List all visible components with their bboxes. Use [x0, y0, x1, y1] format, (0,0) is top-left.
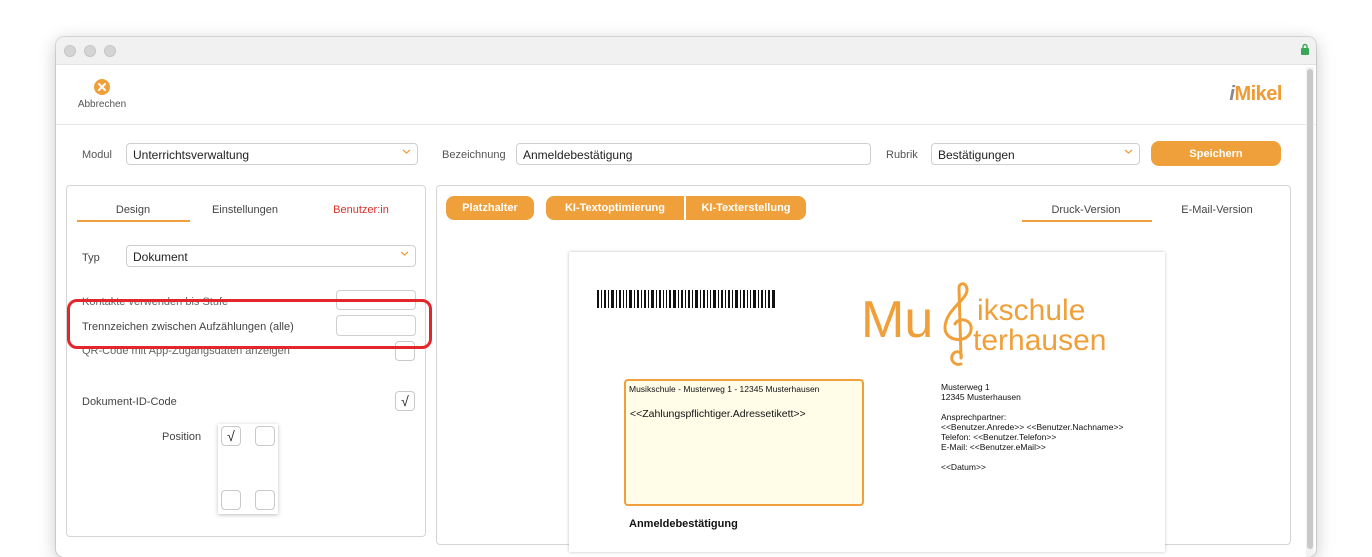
- minimize-window-button[interactable]: [84, 45, 96, 57]
- cancel-icon: [94, 79, 110, 95]
- chevron-down-icon: [402, 149, 411, 154]
- tab-email-version[interactable]: E-Mail-Version: [1153, 204, 1281, 216]
- scrollbar-thumb[interactable]: [1307, 69, 1313, 549]
- modul-select[interactable]: Unterrichtsverwaltung: [126, 143, 418, 165]
- tab-druck-version[interactable]: Druck-Version: [1022, 204, 1150, 216]
- position-label: Position: [162, 431, 202, 443]
- highlight-annotation: [67, 299, 432, 349]
- rubrik-label: Rubrik: [886, 149, 918, 161]
- address-placeholder: <<Zahlungspflichtiger.Adressetikett>>: [630, 408, 806, 420]
- active-tab-indicator: [77, 220, 190, 222]
- docid-label: Dokument-ID-Code: [82, 396, 177, 408]
- typ-select[interactable]: Dokument: [126, 245, 416, 267]
- position-top-left[interactable]: √: [221, 426, 241, 446]
- address-field: Musikschule - Musterweg 1 - 12345 Muster…: [624, 379, 864, 506]
- tab-benutzerin[interactable]: Benutzer:in: [303, 204, 419, 216]
- document-heading: Anmeldebestätigung: [629, 518, 738, 530]
- app-window: Abbrechen iMikel Modul Unterrichtsverwal…: [56, 37, 1316, 557]
- position-bottom-left[interactable]: [221, 490, 241, 510]
- ki-texterstellung-button[interactable]: KI-Texterstellung: [686, 196, 806, 220]
- sender-line: Musikschule - Musterweg 1 - 12345 Muster…: [629, 384, 820, 394]
- chevron-down-icon: [1124, 149, 1133, 154]
- position-top-right[interactable]: [255, 426, 275, 446]
- bezeichnung-input[interactable]: Anmeldebestätigung: [516, 143, 871, 165]
- imikel-logo: iMikel: [1229, 83, 1282, 105]
- document-preview: Mu ikschule terhausen Musikschule - Must…: [569, 252, 1165, 552]
- platzhalter-button[interactable]: Platzhalter: [446, 196, 534, 220]
- tab-einstellungen[interactable]: Einstellungen: [189, 204, 301, 216]
- cancel-button[interactable]: Abbrechen: [74, 79, 130, 110]
- preview-panel: Platzhalter KI-Textoptimierung KI-Texter…: [436, 185, 1291, 552]
- toolbar: Abbrechen iMikel: [56, 65, 1316, 125]
- ki-textoptimierung-button[interactable]: KI-Textoptimierung: [546, 196, 684, 220]
- save-button[interactable]: Speichern: [1151, 141, 1281, 166]
- position-selector: √: [218, 424, 278, 514]
- barcode-icon: [597, 290, 775, 308]
- title-bar: [56, 37, 1316, 65]
- settings-panel: Design Einstellungen Benutzer:in Typ Dok…: [66, 185, 432, 537]
- zoom-window-button[interactable]: [104, 45, 116, 57]
- close-window-button[interactable]: [64, 45, 76, 57]
- contact-block: Musterweg 1 12345 Musterhausen Ansprechp…: [941, 382, 1124, 472]
- docid-checkbox[interactable]: √: [395, 391, 415, 411]
- position-bottom-right[interactable]: [255, 490, 275, 510]
- bezeichnung-label: Bezeichnung: [442, 149, 506, 161]
- tab-design[interactable]: Design: [77, 204, 189, 216]
- modul-label: Modul: [82, 149, 112, 161]
- rubrik-select[interactable]: Bestätigungen: [931, 143, 1140, 165]
- vertical-scrollbar[interactable]: [1306, 67, 1314, 557]
- cancel-label: Abbrechen: [77, 99, 127, 110]
- typ-label: Typ: [82, 252, 100, 264]
- active-version-indicator: [1022, 220, 1152, 222]
- chevron-down-icon: [400, 251, 409, 256]
- lock-icon: [1301, 43, 1309, 55]
